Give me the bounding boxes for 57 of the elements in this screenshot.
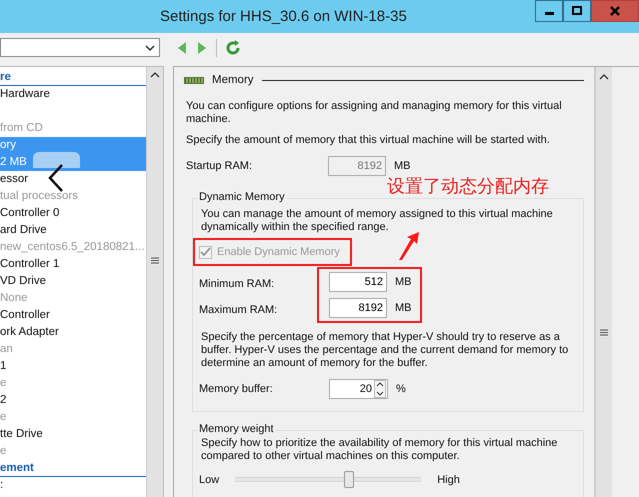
unit-label: % xyxy=(396,383,406,395)
scrollbar[interactable] xyxy=(146,67,163,497)
tree-item[interactable]: Controller 0 xyxy=(0,205,146,222)
unit-label: MB xyxy=(394,160,410,172)
description-text: You can configure options for assigning and managing memory for this virtual machine. xyxy=(186,100,563,126)
tree-item[interactable]: Controller xyxy=(0,307,146,324)
field-label: Startup RAM: xyxy=(186,160,254,172)
tree-item[interactable]: tte Drive xyxy=(0,426,146,443)
description-text: Specify the percentage of memory that Hyper-V should try to reserve as a buffer. Hyper-V uses the percentage and the current demand for memory to determine an amount of memory for the buffer. xyxy=(201,331,570,370)
field-label: Memory buffer: xyxy=(199,383,274,395)
window-title: Settings for HHS_30.6 on WIN-18-35 xyxy=(160,8,407,25)
unit-label: MB xyxy=(395,276,412,288)
forward-icon[interactable] xyxy=(196,40,208,54)
chevron-left-icon[interactable] xyxy=(47,163,65,193)
tree-item[interactable]: 2 xyxy=(0,392,146,409)
tree-item[interactable]: ork Adapter xyxy=(0,324,146,341)
maximize-icon xyxy=(572,6,582,16)
tree-item[interactable]: Controller 1 xyxy=(0,256,146,273)
tree-item[interactable]: 1 xyxy=(0,358,146,375)
grip-icon xyxy=(151,257,159,264)
field-label: Maximum RAM: xyxy=(199,303,278,318)
minimize-button[interactable] xyxy=(535,0,563,22)
caret-icon xyxy=(145,44,155,52)
slider-label: High xyxy=(437,474,460,486)
group-title: Dynamic Memory xyxy=(197,191,287,203)
group-title: Memory weight xyxy=(197,423,276,435)
grip-icon xyxy=(600,329,608,336)
hardware-dropdown[interactable] xyxy=(0,38,160,57)
memory-buffer-spinner[interactable]: 20 xyxy=(329,379,388,399)
scroll-up-icon[interactable] xyxy=(150,71,160,79)
scroll-up-icon[interactable] xyxy=(599,73,609,81)
ram-field[interactable]: 8192 xyxy=(329,298,387,318)
slider-thumb[interactable] xyxy=(344,471,354,488)
spin-arrows-icon[interactable] xyxy=(374,380,386,398)
tree-item[interactable]: essor xyxy=(0,171,146,188)
tree-item[interactable]: : xyxy=(0,477,146,494)
tree-item[interactable]: Hardware xyxy=(0,86,146,103)
back-icon[interactable] xyxy=(176,40,188,54)
description-text: Specify how to prioritize the availability of memory for this virtual machine compared to other virtual machines on this computer. xyxy=(201,437,558,463)
tree-item[interactable]: VD Drive xyxy=(0,273,146,290)
hover-tooltip xyxy=(33,152,80,168)
scrollbar[interactable] xyxy=(595,67,612,497)
description-text: Specify the amount of memory that this virtual machine will be started with. xyxy=(186,134,551,147)
close-button[interactable] xyxy=(591,0,639,22)
slider-label: Low xyxy=(199,474,220,486)
refresh-icon[interactable] xyxy=(225,40,241,56)
ram-field[interactable]: 512 xyxy=(329,272,387,292)
maximize-button[interactable] xyxy=(563,0,591,22)
annotation-text: 设置了动态分配内存 xyxy=(387,176,549,198)
annotation-arrow xyxy=(398,231,420,261)
field-label: Minimum RAM: xyxy=(199,277,276,292)
close-icon xyxy=(609,6,621,16)
description-text: You can manage the amount of memory assigned to this virtual machine dynamically within the specified range. xyxy=(201,208,554,234)
unit-label: MB xyxy=(395,302,412,314)
tree-item[interactable]: ard Drive xyxy=(0,222,146,239)
section-title: Memory xyxy=(212,74,254,86)
memory-chip-icon xyxy=(184,76,204,84)
